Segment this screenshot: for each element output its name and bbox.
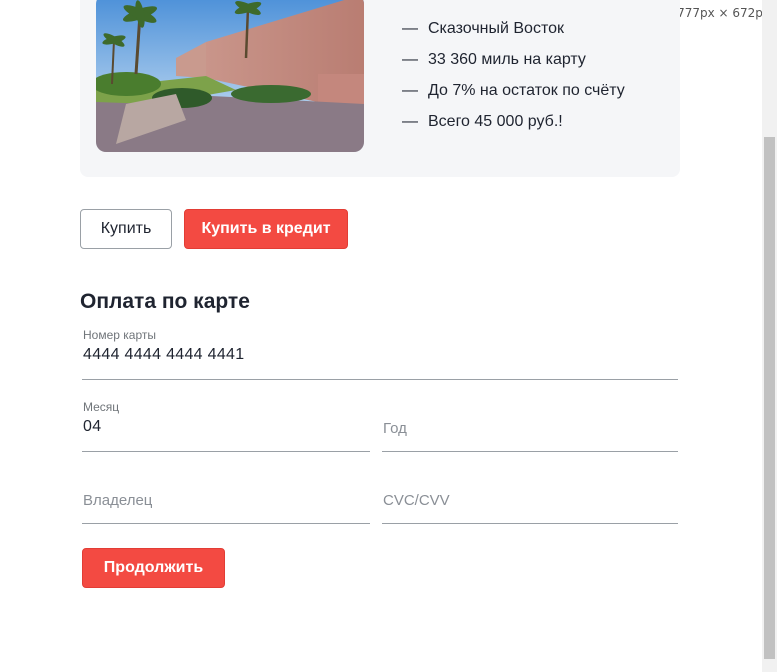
scrollbar-thumb[interactable] [764,137,775,659]
list-item: — Сказочный Восток [402,13,625,44]
list-item: — Всего 45 000 руб.! [402,106,625,137]
list-dash: — [402,81,418,99]
list-dash: — [402,19,418,37]
offer-image [96,0,364,152]
feature-text: Всего 45 000 руб.! [428,112,563,130]
list-dash: — [402,112,418,130]
marrakech-wall-photo [96,0,364,152]
owner-field[interactable]: Владелец [82,472,370,524]
feature-text: Сказочный Восток [428,19,564,37]
scrollbar[interactable] [762,0,777,672]
buy-button[interactable]: Купить [80,209,172,249]
month-value[interactable]: 04 [83,418,101,436]
feature-text: 33 360 миль на карту [428,50,586,68]
card-payment-title: Оплата по карте [80,290,250,313]
card-number-label: Номер карты [83,328,156,342]
list-item: — 33 360 миль на карту [402,44,625,75]
offer-features-list: — Сказочный Восток — 33 360 миль на карт… [402,13,625,137]
cvc-placeholder[interactable]: CVC/CVV [383,492,450,509]
viewport-size-indicator: 777px × 672px [675,5,772,21]
card-number-field[interactable]: Номер карты 4444 4444 4444 4441 [82,328,678,380]
owner-placeholder[interactable]: Владелец [83,492,152,509]
list-item: — До 7% на остаток по счёту [402,75,625,106]
year-field[interactable]: Год [382,400,678,452]
month-field[interactable]: Месяц 04 [82,400,370,452]
feature-text: До 7% на остаток по счёту [428,81,625,99]
list-dash: — [402,50,418,68]
year-placeholder[interactable]: Год [383,420,407,437]
cvc-field[interactable]: CVC/CVV [382,472,678,524]
month-label: Месяц [83,400,120,414]
card-number-value[interactable]: 4444 4444 4444 4441 [83,346,244,364]
buy-on-credit-button[interactable]: Купить в кредит [184,209,348,249]
continue-button[interactable]: Продолжить [82,548,225,588]
offer-card: — Сказочный Восток — 33 360 миль на карт… [80,0,680,177]
